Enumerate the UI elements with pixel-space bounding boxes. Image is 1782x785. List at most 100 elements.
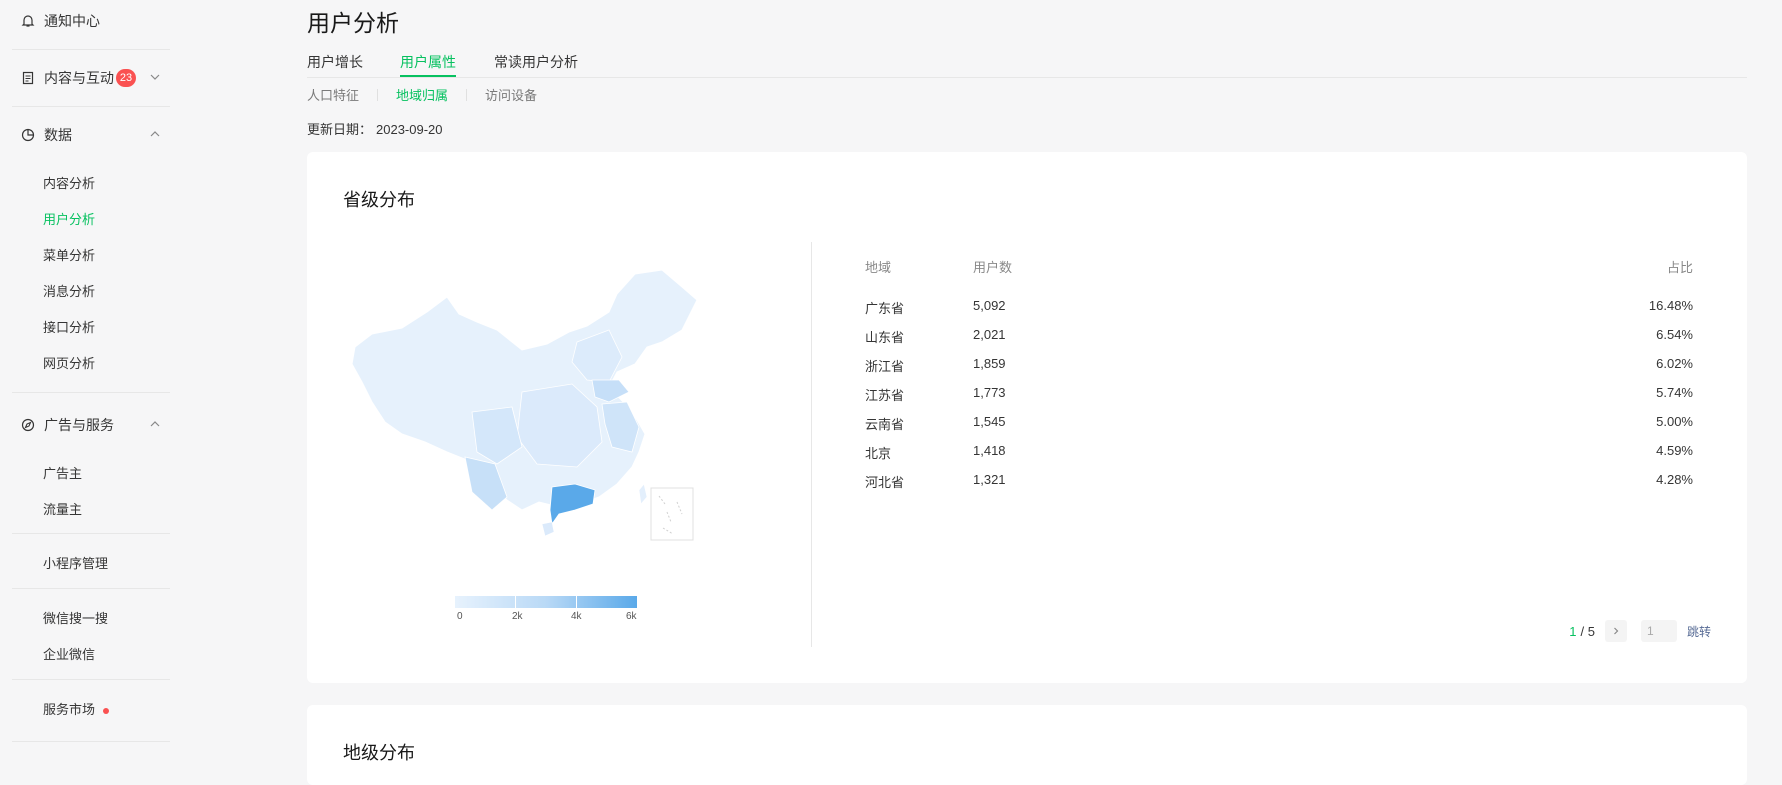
sidebar-divider <box>12 588 170 589</box>
row-ratio: 6.54% <box>1656 327 1693 342</box>
table-row: 广东省 5,092 16.48% <box>865 298 1693 318</box>
pagination-total: / 5 <box>1580 623 1595 639</box>
tab-bar: 用户增长 用户属性 常读用户分析 <box>307 52 1747 78</box>
china-map-svg <box>351 269 698 541</box>
subtab-demographics[interactable]: 人口特征 <box>307 85 359 104</box>
nav-service-market[interactable]: 服务市场 <box>43 699 110 718</box>
jump-button[interactable]: 跳转 <box>1687 623 1711 640</box>
chevron-down-icon[interactable] <box>148 70 162 84</box>
tab-user-growth[interactable]: 用户增长 <box>307 52 363 76</box>
update-date: 更新日期： 2023-09-20 <box>307 119 443 138</box>
sidebar-divider <box>12 533 170 534</box>
nav-service-market-label: 服务市场 <box>43 702 96 717</box>
nav-miniprogram[interactable]: 小程序管理 <box>43 553 108 572</box>
bell-icon <box>20 13 36 29</box>
nav-wework[interactable]: 企业微信 <box>43 644 95 663</box>
chevron-up-icon[interactable] <box>148 127 162 141</box>
city-card-title: 地级分布 <box>343 743 415 763</box>
table-row: 河北省 1,321 4.28% <box>865 472 1693 492</box>
row-users: 1,545 <box>973 414 1006 429</box>
next-page-button[interactable] <box>1604 620 1627 642</box>
pie-chart-icon <box>20 127 36 143</box>
province-card-title: 省级分布 <box>343 190 415 210</box>
nav-publisher[interactable]: 流量主 <box>43 499 82 518</box>
chevron-right-icon <box>1614 627 1619 635</box>
tab-frequent-readers[interactable]: 常读用户分析 <box>494 52 578 76</box>
row-region: 江苏省 <box>865 388 905 403</box>
map-region-taiwan[interactable] <box>638 483 648 505</box>
subtab-separator <box>466 88 468 101</box>
page-title: 用户分析 <box>307 10 399 36</box>
nav-content-interaction[interactable]: 内容与互动 23 <box>20 68 136 88</box>
row-users: 1,418 <box>973 443 1006 458</box>
nav-api-analysis[interactable]: 接口分析 <box>43 317 95 336</box>
legend-tick: 4k <box>571 611 582 622</box>
table-header-region: 地域 <box>865 260 892 275</box>
table-row: 云南省 1,545 5.00% <box>865 414 1693 434</box>
row-users: 1,773 <box>973 385 1006 400</box>
row-ratio: 5.00% <box>1656 414 1693 429</box>
legend-ticks: 0 2k 4k 6k <box>455 611 645 625</box>
legend-gradient-bar <box>455 596 637 608</box>
map-inset-dashes <box>658 495 683 535</box>
map-region-mainland[interactable] <box>351 269 698 511</box>
nav-wechat-search[interactable]: 微信搜一搜 <box>43 608 108 627</box>
sidebar: 通知中心 内容与互动 23 数据 内容分析 用户分析 菜单分析 消息分析 接口分… <box>0 0 180 766</box>
nav-menu-analysis[interactable]: 菜单分析 <box>43 245 95 264</box>
page-number-input[interactable]: 1 <box>1640 620 1677 642</box>
row-region: 山东省 <box>865 330 905 345</box>
legend-tick: 6k <box>626 611 637 622</box>
row-region: 浙江省 <box>865 359 905 374</box>
subtab-bar: 人口特征 地域归属 访问设备 <box>307 85 537 104</box>
nav-notifications-label: 通知中心 <box>44 13 100 29</box>
map-region-hainan[interactable] <box>541 521 555 537</box>
row-ratio: 4.59% <box>1656 443 1693 458</box>
nav-data[interactable]: 数据 <box>20 125 72 145</box>
subtab-region[interactable]: 地域归属 <box>396 85 448 104</box>
sidebar-divider <box>12 49 170 50</box>
update-date-value: 2023-09-20 <box>376 122 443 137</box>
compass-icon <box>20 417 36 433</box>
nav-notifications[interactable]: 通知中心 <box>20 11 100 31</box>
legend-tick: 2k <box>512 611 523 622</box>
table-row: 浙江省 1,859 6.02% <box>865 356 1693 376</box>
update-date-label: 更新日期： <box>307 122 373 137</box>
notification-dot <box>103 708 110 714</box>
row-users: 1,859 <box>973 356 1006 371</box>
tab-user-attributes[interactable]: 用户属性 <box>400 52 456 77</box>
nav-advertiser[interactable]: 广告主 <box>43 463 82 482</box>
nav-content-analysis[interactable]: 内容分析 <box>43 173 95 192</box>
sidebar-divider <box>12 741 170 742</box>
map-legend: 0 2k 4k 6k <box>455 596 645 625</box>
card-divider <box>811 242 812 647</box>
map-region-guangdong[interactable] <box>549 483 596 526</box>
nav-message-analysis[interactable]: 消息分析 <box>43 281 95 300</box>
nav-ads-label: 广告与服务 <box>44 417 114 433</box>
row-ratio: 4.28% <box>1656 472 1693 487</box>
nav-ads-services[interactable]: 广告与服务 <box>20 415 114 435</box>
row-users: 1,321 <box>973 472 1006 487</box>
map-south-china-sea-inset <box>650 487 694 541</box>
nav-user-analysis[interactable]: 用户分析 <box>43 209 95 228</box>
sidebar-divider <box>12 679 170 680</box>
row-region: 河北省 <box>865 475 905 490</box>
pagination-current: 1 <box>1569 623 1577 639</box>
province-distribution-card: 省级分布 0 2k 4k 6k 地域 用户数 占比 广东省 5,092 16.4… <box>307 152 1747 683</box>
chevron-up-icon[interactable] <box>148 417 162 431</box>
city-distribution-card: 地级分布 <box>307 705 1747 785</box>
legend-tick: 0 <box>457 611 463 622</box>
nav-content-label: 内容与互动 <box>44 70 114 86</box>
subtab-devices[interactable]: 访问设备 <box>485 85 537 104</box>
table-header-ratio[interactable]: 占比 <box>1667 257 1693 276</box>
table-row: 山东省 2,021 6.54% <box>865 327 1693 347</box>
table-row: 北京 1,418 4.59% <box>865 443 1693 463</box>
pagination: 1 / 5 1 跳转 <box>1569 620 1711 642</box>
sidebar-divider <box>12 392 170 393</box>
subtab-separator <box>377 88 379 101</box>
table-row: 江苏省 1,773 5.74% <box>865 385 1693 405</box>
sidebar-divider <box>12 106 170 107</box>
china-map[interactable] <box>347 252 707 552</box>
row-ratio: 16.48% <box>1648 298 1693 313</box>
row-ratio: 5.74% <box>1656 385 1693 400</box>
nav-webpage-analysis[interactable]: 网页分析 <box>43 353 95 372</box>
